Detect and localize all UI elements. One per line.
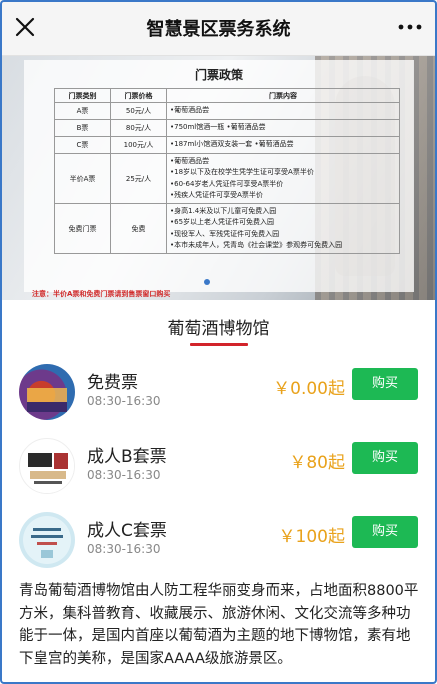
venue-underline bbox=[190, 343, 248, 346]
ticket-price: ￥0.00起 bbox=[273, 379, 345, 399]
policy-row: 半价A票 25元/人 •葡萄酒品尝 •18岁以下及在校学生凭学生证可享受A票半价 •60… bbox=[54, 153, 400, 204]
policy-price: 50元/人 bbox=[110, 102, 167, 120]
carousel-indicator[interactable] bbox=[204, 279, 210, 285]
policy-price: 25元/人 bbox=[110, 153, 167, 204]
policy-row: A票 50元/人 •葡萄酒品尝 bbox=[54, 102, 400, 120]
policy-category: B票 bbox=[54, 119, 111, 137]
page-title: 智慧景区票务系统 bbox=[146, 19, 291, 40]
ticket-item-c: 成人C套票 08:30-16:30 ￥100起 购买 bbox=[0, 512, 437, 582]
policy-content-line: •本市未成年人，凭青岛《社会课堂》参观券可免费入园 bbox=[170, 241, 343, 249]
policy-header-content: 门票内容 bbox=[166, 88, 400, 103]
ticket-price: ￥100起 bbox=[278, 527, 345, 547]
policy-content: •葡萄酒品尝 bbox=[166, 102, 400, 120]
top-nav-bar: 智慧景区票务系统 bbox=[0, 0, 437, 56]
buy-button[interactable]: 购买 bbox=[352, 442, 418, 474]
policy-content: •葡萄酒品尝 •18岁以下及在校学生凭学生证可享受A票半价 •60-64岁老人凭证件… bbox=[166, 153, 400, 204]
ticket-name: 成人C套票 bbox=[87, 521, 167, 541]
policy-category: A票 bbox=[54, 102, 111, 120]
policy-header-category: 门票类别 bbox=[54, 88, 111, 103]
policy-category: 免费门票 bbox=[54, 203, 111, 254]
policy-title: 门票政策 bbox=[194, 68, 243, 82]
ticket-thumbnail bbox=[19, 364, 75, 420]
ticket-policy-panel: 门票政策 门票类别 门票价格 门票内容 A票 50元/人 •葡萄酒品尝 B票 80元/人… bbox=[24, 60, 414, 292]
ticket-time: 08:30-16:30 bbox=[87, 394, 161, 408]
policy-category: C票 bbox=[54, 136, 111, 154]
policy-row: C票 100元/人 •187ml小馆酒双支装一套 •葡萄酒品尝 bbox=[54, 136, 400, 154]
policy-content-line: •身高1.4米及以下儿童可免费入园 bbox=[170, 206, 277, 215]
ticket-name: 成人B套票 bbox=[87, 447, 167, 467]
venue-name: 葡萄酒博物馆 bbox=[167, 319, 270, 339]
policy-header-row: 门票类别 门票价格 门票内容 bbox=[54, 88, 400, 103]
ticket-time: 08:30-16:30 bbox=[87, 468, 161, 482]
policy-content-line: •残疾人凭证件可享受A票半价 bbox=[170, 191, 263, 199]
policy-content: •身高1.4米及以下儿童可免费入园 •65岁以上老人凭证件可免费入园 •现役军人、军… bbox=[166, 203, 400, 254]
policy-content-line: •18岁以下及在校学生凭学生证可享受A票半价 bbox=[170, 168, 314, 176]
policy-content-line: •葡萄酒品尝 bbox=[170, 156, 210, 165]
venue-description: 青岛葡萄酒博物馆由人防工程华丽变身而来，占地面积8800平方米，集科普教育、收藏… bbox=[19, 583, 419, 667]
ticket-time: 08:30-16:30 bbox=[87, 542, 161, 556]
policy-content: •750ml馆酒一瓶 •葡萄酒品尝 bbox=[166, 119, 400, 137]
buy-button[interactable]: 购买 bbox=[352, 368, 418, 400]
ticket-item-free: 免费票 08:30-16:30 ￥0.00起 购买 bbox=[0, 364, 437, 434]
buy-button[interactable]: 购买 bbox=[352, 516, 418, 548]
policy-content-line: •65岁以上老人凭证件可免费入园 bbox=[170, 218, 275, 226]
policy-header-price: 门票价格 bbox=[110, 88, 167, 103]
policy-content-line: •750ml馆酒一瓶 •葡萄酒品尝 bbox=[170, 123, 266, 132]
ticket-price: ￥80起 bbox=[289, 453, 345, 473]
policy-row: 免费门票 免费 •身高1.4米及以下儿童可免费入园 •65岁以上老人凭证件可免费入园 •… bbox=[54, 203, 400, 254]
policy-content: •187ml小馆酒双支装一套 •葡萄酒品尝 bbox=[166, 136, 400, 154]
policy-note: 注意：半价A票和免费门票请到售票窗口购买 bbox=[32, 290, 171, 298]
policy-content-line: •60-64岁老人凭证件可享受A票半价 bbox=[170, 179, 284, 188]
policy-table: 门票类别 门票价格 门票内容 A票 50元/人 •葡萄酒品尝 B票 80元/人 •750m… bbox=[54, 88, 400, 254]
ticket-thumbnail bbox=[19, 512, 75, 568]
policy-category: 半价A票 bbox=[54, 153, 111, 204]
close-icon[interactable] bbox=[12, 14, 38, 40]
more-dots-icon[interactable] bbox=[395, 14, 425, 40]
venue-header: 葡萄酒博物馆 bbox=[0, 300, 437, 350]
policy-banner[interactable]: 门票政策 门票类别 门票价格 门票内容 A票 50元/人 •葡萄酒品尝 B票 80元/人… bbox=[2, 56, 435, 300]
policy-content-line: •现役军人、军残凭证件可免费入园 bbox=[170, 229, 280, 238]
policy-content-line: •葡萄酒品尝 bbox=[170, 106, 210, 115]
policy-price: 免费 bbox=[110, 203, 167, 254]
policy-price: 100元/人 bbox=[110, 136, 167, 154]
policy-content-line: •187ml小馆酒双支装一套 •葡萄酒品尝 bbox=[170, 140, 294, 149]
ticket-name: 免费票 bbox=[87, 373, 138, 393]
policy-row: B票 80元/人 •750ml馆酒一瓶 •葡萄酒品尝 bbox=[54, 119, 400, 137]
policy-price: 80元/人 bbox=[110, 119, 167, 137]
ticket-thumbnail bbox=[19, 438, 75, 494]
ticket-item-b: 成人B套票 08:30-16:30 ￥80起 购买 bbox=[0, 438, 437, 508]
